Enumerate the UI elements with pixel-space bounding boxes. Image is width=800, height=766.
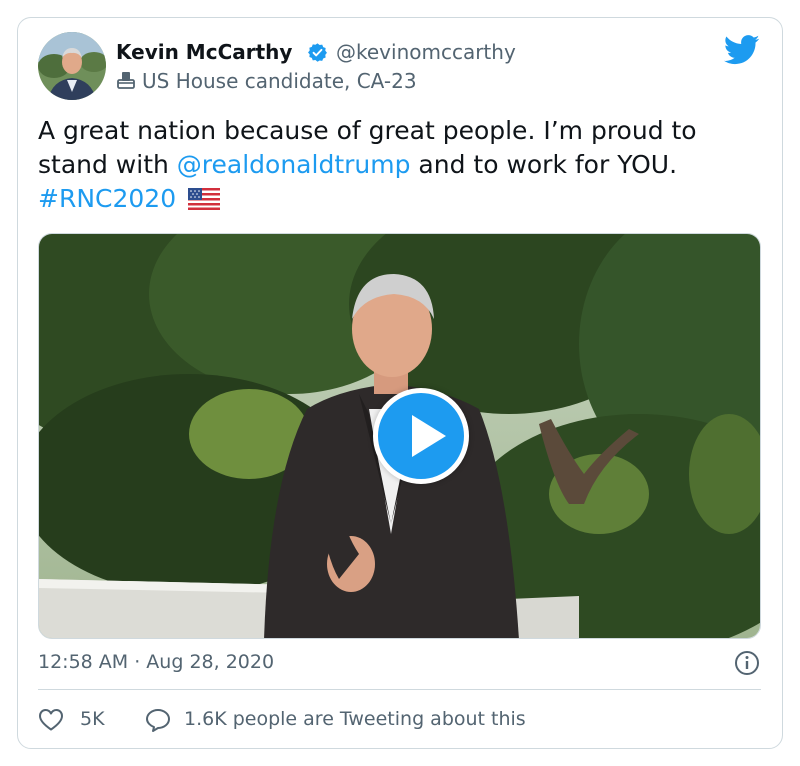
- tweet-card: Kevin McCarthy @kevinomccarthy US House …: [17, 17, 783, 749]
- author-label: US House candidate, CA-23: [142, 69, 417, 93]
- tweet-text: A great nation because of great people. …: [38, 114, 758, 216]
- tweet-timestamp[interactable]: 12:58 AM · Aug 28, 2020: [38, 651, 274, 673]
- twitter-bird-icon[interactable]: [724, 35, 760, 65]
- avatar[interactable]: [38, 32, 106, 100]
- divider: [38, 689, 761, 690]
- author-name[interactable]: Kevin McCarthy: [116, 40, 292, 64]
- mention-link[interactable]: @realdonaldtrump: [177, 150, 411, 179]
- play-icon: [412, 415, 446, 457]
- author-handle[interactable]: @kevinomccarthy: [336, 40, 516, 64]
- us-flag-icon: [188, 188, 221, 210]
- hashtag-link[interactable]: #RNC2020: [38, 184, 176, 213]
- info-icon[interactable]: [734, 650, 760, 676]
- like-count[interactable]: 5K: [80, 708, 105, 730]
- play-button[interactable]: [373, 388, 469, 484]
- ballot-box-icon: [117, 72, 135, 89]
- speech-bubble-icon[interactable]: [145, 708, 171, 733]
- video-thumbnail[interactable]: [38, 233, 761, 639]
- heart-icon[interactable]: [38, 708, 64, 732]
- tweet-text-part2: and to work for YOU.: [410, 150, 678, 179]
- verified-badge-icon: [308, 43, 327, 62]
- conversation-link[interactable]: 1.6K people are Tweeting about this: [184, 708, 526, 730]
